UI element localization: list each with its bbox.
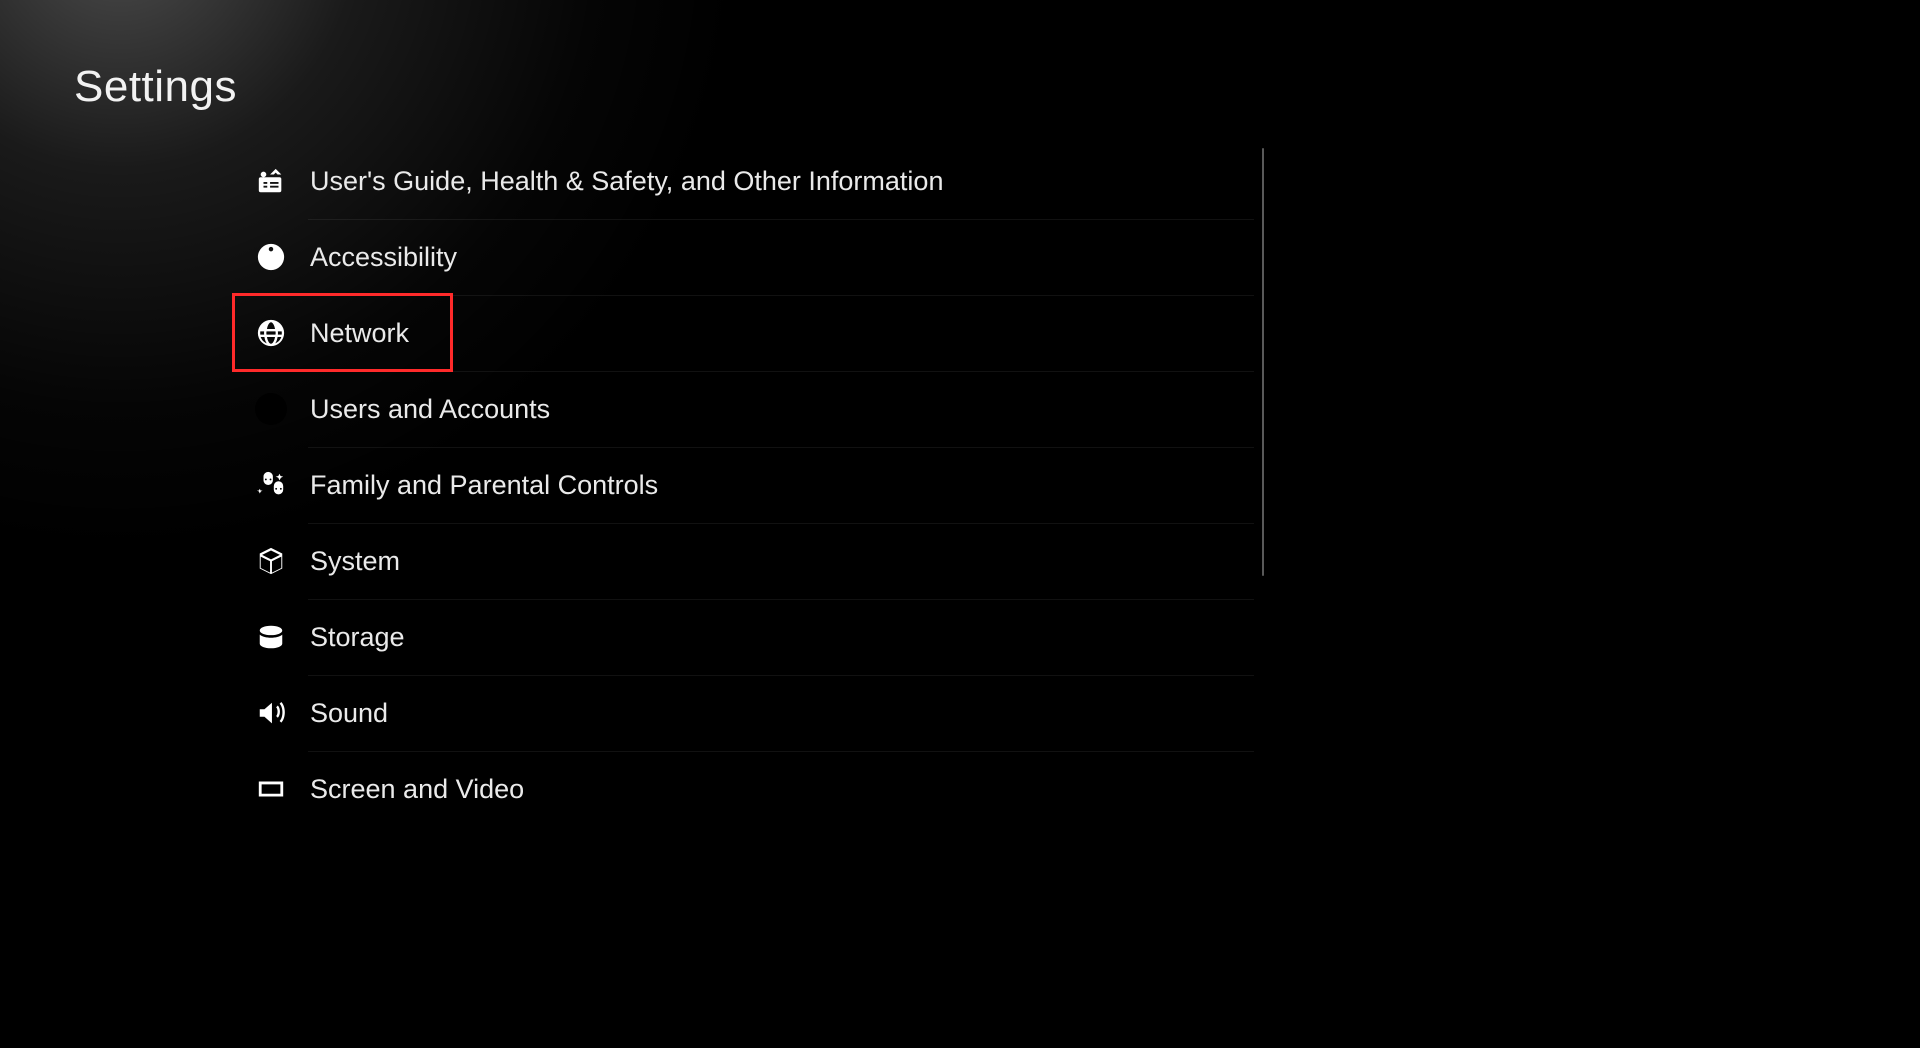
menu-item-screen-video[interactable]: Screen and Video — [232, 751, 1254, 827]
menu-item-sound[interactable]: Sound — [232, 675, 1254, 751]
page-title: Settings — [74, 62, 237, 112]
menu-item-storage[interactable]: Storage — [232, 599, 1254, 675]
menu-label: User's Guide, Health & Safety, and Other… — [310, 166, 943, 197]
menu-label: Users and Accounts — [310, 394, 550, 425]
menu-label: Screen and Video — [310, 774, 524, 805]
menu-label: Storage — [310, 622, 405, 653]
menu-item-users-guide[interactable]: User's Guide, Health & Safety, and Other… — [232, 143, 1254, 219]
avatar-icon — [254, 392, 288, 426]
globe-icon — [254, 316, 288, 350]
menu-item-accessibility[interactable]: Accessibility — [232, 219, 1254, 295]
accessibility-icon — [254, 240, 288, 274]
guide-icon — [254, 164, 288, 198]
settings-menu: User's Guide, Health & Safety, and Other… — [232, 143, 1254, 827]
sound-icon — [254, 696, 288, 730]
menu-label: System — [310, 546, 400, 577]
menu-item-family[interactable]: Family and Parental Controls — [232, 447, 1254, 523]
scrollbar[interactable] — [1262, 148, 1264, 576]
menu-item-network[interactable]: Network — [232, 295, 1254, 371]
screen-icon — [254, 772, 288, 806]
storage-icon — [254, 620, 288, 654]
menu-label: Sound — [310, 698, 388, 729]
menu-item-system[interactable]: System — [232, 523, 1254, 599]
cube-icon — [254, 544, 288, 578]
menu-label: Network — [310, 318, 409, 349]
menu-item-users-accounts[interactable]: Users and Accounts — [232, 371, 1254, 447]
menu-label: Accessibility — [310, 242, 457, 273]
family-icon — [254, 468, 288, 502]
menu-label: Family and Parental Controls — [310, 470, 658, 501]
